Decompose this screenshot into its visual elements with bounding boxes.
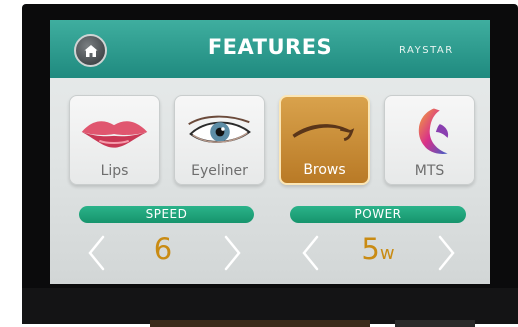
feature-card-brows[interactable]: Brows bbox=[279, 95, 370, 185]
page-title: FEATURES bbox=[207, 35, 333, 59]
eye-icon bbox=[188, 115, 251, 143]
header-bar: FEATURES RAYSTAR bbox=[50, 20, 490, 78]
speed-value: 6 bbox=[153, 232, 173, 266]
feature-card-lips[interactable]: Lips bbox=[69, 95, 160, 185]
home-button[interactable] bbox=[74, 34, 107, 67]
feature-card-eyeliner[interactable]: Eyeliner bbox=[174, 95, 265, 185]
device-bezel-bottom bbox=[22, 288, 518, 324]
power-decrease-chevron-left-icon[interactable] bbox=[299, 233, 321, 273]
card-label-lips: Lips bbox=[100, 163, 129, 179]
lips-icon bbox=[81, 121, 148, 148]
power-unit: w bbox=[379, 243, 395, 264]
feature-card-mts[interactable]: MTS bbox=[384, 95, 475, 185]
flex-connector-secondary bbox=[395, 320, 475, 327]
power-label-pill: POWER bbox=[290, 206, 466, 223]
home-icon bbox=[84, 44, 97, 57]
power-value: 5w bbox=[348, 232, 408, 266]
speed-decrease-chevron-left-icon[interactable] bbox=[85, 233, 107, 273]
speed-increase-chevron-right-icon[interactable] bbox=[222, 233, 244, 273]
speed-label-pill: SPEED bbox=[79, 206, 254, 223]
touch-screen: FEATURES RAYSTAR Lips Eyeliner Brows MTS… bbox=[50, 20, 490, 284]
power-number: 5 bbox=[361, 232, 380, 266]
power-increase-chevron-right-icon[interactable] bbox=[436, 233, 458, 273]
brow-icon bbox=[292, 124, 355, 142]
card-label-brows: Brows bbox=[303, 162, 346, 178]
brand-label: RAYSTAR bbox=[399, 45, 454, 56]
card-label-mts: MTS bbox=[414, 163, 445, 179]
mts-logo-icon bbox=[418, 108, 449, 155]
flex-connector bbox=[150, 320, 370, 327]
card-label-eyeliner: Eyeliner bbox=[191, 163, 248, 179]
